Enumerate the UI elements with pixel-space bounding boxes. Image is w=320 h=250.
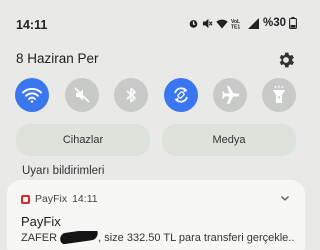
status-time: 14:11 xyxy=(16,18,48,32)
media-button[interactable]: Medya xyxy=(162,124,296,156)
gear-icon xyxy=(279,52,294,68)
mute-icon xyxy=(74,87,90,103)
date-label: 8 Haziran Per xyxy=(16,51,99,66)
notification-header: PayFix 14:11 xyxy=(21,192,98,206)
media-row: Cihazlar Medya xyxy=(16,124,296,156)
notification-time: 14:11 xyxy=(72,193,98,205)
mute-icon xyxy=(202,18,213,28)
notification-body-suffix: , size 332.50 TL para transferi gerçekle… xyxy=(98,232,295,244)
alerts-section-title: Uyarı bildirimleri xyxy=(22,165,105,177)
sound-toggle[interactable] xyxy=(65,78,99,112)
flashlight-toggle[interactable] xyxy=(262,78,296,112)
volte-icon: VoL TE1 xyxy=(231,19,240,29)
airplane-toggle[interactable] xyxy=(213,78,247,112)
airplane-icon xyxy=(222,86,240,104)
auto-rotate-toggle[interactable] xyxy=(164,78,198,112)
quick-settings-row xyxy=(15,78,298,114)
battery-percent: %30 xyxy=(262,17,286,29)
bluetooth-toggle[interactable] xyxy=(114,78,148,112)
rotate-icon xyxy=(174,87,188,103)
notification-body: ZAFER , size 332.50 TL para transferi ge… xyxy=(21,231,297,244)
bluetooth-icon xyxy=(126,87,136,103)
redacted-scribble xyxy=(59,231,99,244)
devices-button[interactable]: Cihazlar xyxy=(16,124,150,156)
date-row: 8 Haziran Per xyxy=(16,50,296,70)
battery-icon xyxy=(289,17,297,29)
status-icons: VoL TE1 %30 xyxy=(188,15,297,31)
svg-text:TE1: TE1 xyxy=(231,24,240,29)
notification-app-name: PayFix xyxy=(35,193,68,205)
wifi-icon xyxy=(216,19,228,28)
status-bar: 14:11 VoL TE1 %30 xyxy=(0,0,311,40)
settings-button[interactable] xyxy=(276,50,296,70)
payfix-app-icon xyxy=(21,194,30,204)
alarm-icon xyxy=(189,19,198,28)
notification-card[interactable]: PayFix 14:11 PayFix ZAFER , size 332.50 … xyxy=(7,180,305,250)
chevron-down-icon[interactable] xyxy=(279,192,291,204)
flashlight-icon xyxy=(273,85,285,103)
wifi-toggle[interactable] xyxy=(15,78,49,112)
notification-title: PayFix xyxy=(21,214,61,229)
notification-body-prefix: ZAFER xyxy=(21,232,58,244)
wifi-icon xyxy=(22,87,42,103)
signal-icon xyxy=(247,17,259,29)
